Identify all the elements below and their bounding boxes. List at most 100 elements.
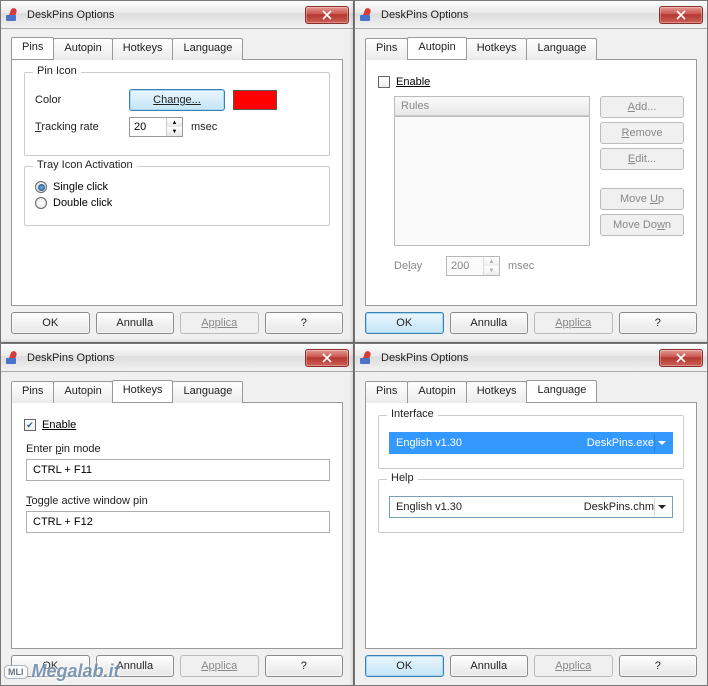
interface-select[interactable]: English v1.30 DeskPins.exe bbox=[389, 432, 673, 454]
tab-language[interactable]: Language bbox=[526, 380, 597, 402]
close-button[interactable] bbox=[305, 6, 349, 24]
change-button[interactable]: Change... bbox=[129, 89, 225, 111]
tabstrip: Pins Autopin Hotkeys Language bbox=[365, 380, 697, 402]
group-help: Help English v1.30 DeskPins.chm bbox=[378, 479, 684, 533]
app-icon bbox=[359, 350, 375, 366]
cancel-button[interactable]: Annulla bbox=[96, 312, 175, 334]
move-up-button: Move Up bbox=[600, 188, 684, 210]
cancel-button[interactable]: Annulla bbox=[450, 312, 529, 334]
tab-pins[interactable]: Pins bbox=[365, 38, 408, 60]
tab-pins[interactable]: Pins bbox=[11, 381, 54, 403]
label-color: Color bbox=[35, 94, 121, 106]
tab-hotkeys[interactable]: Hotkeys bbox=[112, 38, 174, 60]
chevron-down-icon[interactable] bbox=[654, 498, 668, 516]
tab-hotkeys[interactable]: Hotkeys bbox=[466, 381, 528, 403]
tab-language[interactable]: Language bbox=[526, 38, 597, 60]
help-button[interactable]: ? bbox=[619, 312, 698, 334]
select-value: English v1.30 bbox=[396, 437, 462, 449]
tab-language[interactable]: Language bbox=[172, 38, 243, 60]
titlebar[interactable]: DeskPins Options bbox=[1, 1, 353, 29]
edit-button: Edit... bbox=[600, 148, 684, 170]
radio-single-click[interactable]: Single click bbox=[35, 181, 319, 193]
apply-button: Applica bbox=[534, 655, 613, 677]
chevron-down-icon[interactable] bbox=[654, 434, 668, 452]
tracking-rate-spinner[interactable]: ▲▼ bbox=[129, 117, 183, 137]
rules-list[interactable] bbox=[394, 116, 590, 246]
tabpanel-autopin: Enable Rules Add... Remove Edit... Move … bbox=[365, 59, 697, 306]
tabstrip: Pins Autopin Hotkeys Language bbox=[11, 380, 343, 402]
dialog-hotkeys: DeskPins Options Pins Autopin Hotkeys La… bbox=[0, 343, 354, 686]
app-icon bbox=[5, 350, 21, 366]
help-button[interactable]: ? bbox=[265, 312, 344, 334]
ok-button[interactable]: OK bbox=[365, 312, 444, 334]
move-down-button: Move Down bbox=[600, 214, 684, 236]
window-title: DeskPins Options bbox=[27, 352, 305, 364]
enable-checkbox[interactable]: Enable bbox=[378, 76, 684, 88]
radio-double-click[interactable]: Double click bbox=[35, 197, 319, 209]
help-button[interactable]: ? bbox=[619, 655, 698, 677]
apply-button: Applica bbox=[180, 312, 259, 334]
help-button[interactable]: ? bbox=[265, 655, 344, 677]
apply-button: Applica bbox=[180, 655, 259, 677]
tab-pins[interactable]: Pins bbox=[365, 381, 408, 403]
delay-input bbox=[447, 257, 483, 275]
tabpanel-pins: Pin Icon Color Change... Tracking rate ▲… bbox=[11, 59, 343, 306]
select-value: English v1.30 bbox=[396, 501, 462, 513]
tabstrip: Pins Autopin Hotkeys Language bbox=[11, 37, 343, 59]
titlebar[interactable]: DeskPins Options bbox=[355, 344, 707, 372]
close-button[interactable] bbox=[305, 349, 349, 367]
delay-spinner: ▲▼ bbox=[446, 256, 500, 276]
tab-autopin[interactable]: Autopin bbox=[407, 37, 466, 59]
titlebar[interactable]: DeskPins Options bbox=[1, 344, 353, 372]
spin-down-icon: ▼ bbox=[484, 266, 499, 275]
apply-button: Applica bbox=[534, 312, 613, 334]
label-tracking-rate: Tracking rate bbox=[35, 121, 121, 133]
toggle-input[interactable] bbox=[26, 511, 330, 533]
group-title: Tray Icon Activation bbox=[33, 159, 137, 171]
select-file: DeskPins.exe bbox=[587, 437, 654, 449]
tab-hotkeys[interactable]: Hotkeys bbox=[112, 380, 174, 402]
label-msec: msec bbox=[508, 260, 534, 272]
rules-header: Rules bbox=[394, 96, 590, 116]
spin-up-icon: ▲ bbox=[484, 257, 499, 266]
ok-button[interactable]: OK bbox=[11, 655, 90, 677]
group-title: Interface bbox=[387, 408, 438, 420]
dialog-pins: DeskPins Options Pins Autopin Hotkeys La… bbox=[0, 0, 354, 343]
label-enter-pin: Enter pin mode bbox=[26, 443, 330, 455]
tab-language[interactable]: Language bbox=[172, 381, 243, 403]
enter-pin-input[interactable] bbox=[26, 459, 330, 481]
remove-button: Remove bbox=[600, 122, 684, 144]
tracking-rate-input[interactable] bbox=[130, 118, 166, 136]
spin-down-icon[interactable]: ▼ bbox=[167, 127, 182, 136]
label-toggle: Toggle active window pin bbox=[26, 495, 330, 507]
dialog-buttons: OK Annulla Applica ? bbox=[11, 649, 343, 679]
app-icon bbox=[359, 7, 375, 23]
help-select[interactable]: English v1.30 DeskPins.chm bbox=[389, 496, 673, 518]
spin-up-icon[interactable]: ▲ bbox=[167, 118, 182, 127]
add-button: Add... bbox=[600, 96, 684, 118]
tabstrip: Pins Autopin Hotkeys Language bbox=[365, 37, 697, 59]
dialog-autopin: DeskPins Options Pins Autopin Hotkeys La… bbox=[354, 0, 708, 343]
tab-autopin[interactable]: Autopin bbox=[53, 38, 112, 60]
tabpanel-language: Interface English v1.30 DeskPins.exe Hel… bbox=[365, 402, 697, 649]
select-file: DeskPins.chm bbox=[584, 501, 654, 513]
ok-button[interactable]: OK bbox=[365, 655, 444, 677]
window-title: DeskPins Options bbox=[381, 352, 659, 364]
enable-checkbox[interactable]: ✔Enable bbox=[24, 419, 330, 431]
app-icon bbox=[5, 7, 21, 23]
close-button[interactable] bbox=[659, 349, 703, 367]
label-delay: Delay bbox=[394, 260, 438, 272]
tab-autopin[interactable]: Autopin bbox=[407, 381, 466, 403]
cancel-button[interactable]: Annulla bbox=[450, 655, 529, 677]
tab-autopin[interactable]: Autopin bbox=[53, 381, 112, 403]
close-button[interactable] bbox=[659, 6, 703, 24]
tabpanel-hotkeys: ✔Enable Enter pin mode Toggle active win… bbox=[11, 402, 343, 649]
titlebar[interactable]: DeskPins Options bbox=[355, 1, 707, 29]
color-swatch bbox=[233, 90, 277, 110]
group-tray-icon: Tray Icon Activation Single click Double… bbox=[24, 166, 330, 226]
dialog-buttons: OK Annulla Applica ? bbox=[11, 306, 343, 336]
tab-hotkeys[interactable]: Hotkeys bbox=[466, 38, 528, 60]
cancel-button[interactable]: Annulla bbox=[96, 655, 175, 677]
tab-pins[interactable]: Pins bbox=[11, 37, 54, 59]
ok-button[interactable]: OK bbox=[11, 312, 90, 334]
